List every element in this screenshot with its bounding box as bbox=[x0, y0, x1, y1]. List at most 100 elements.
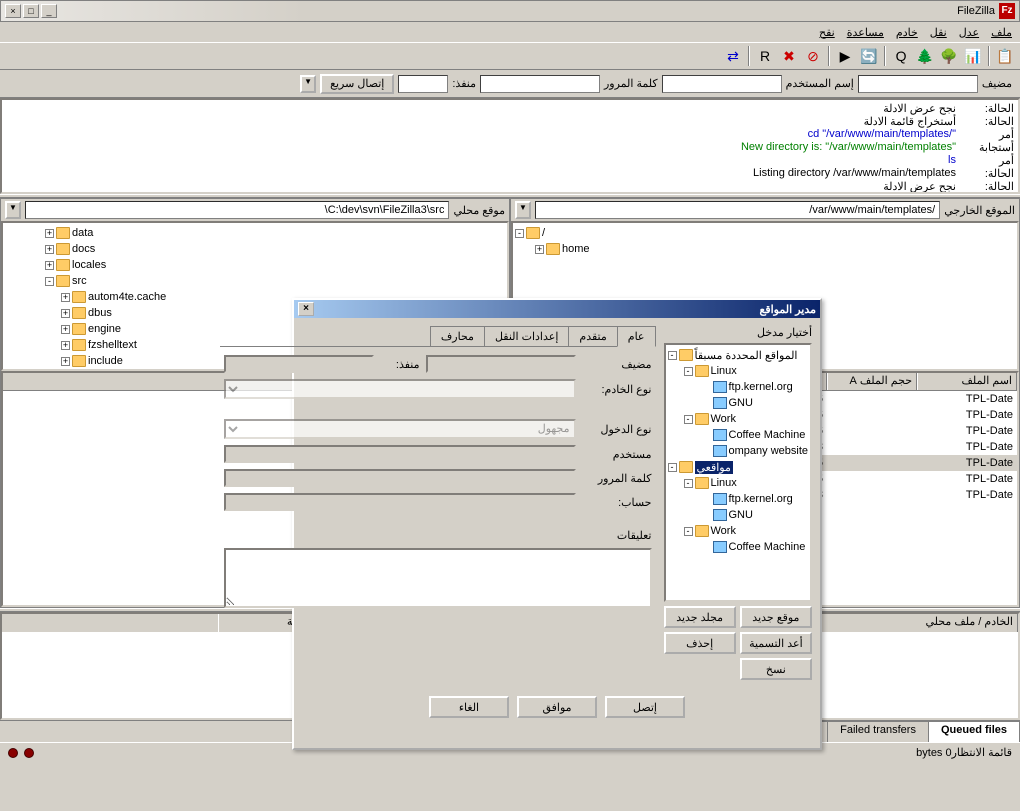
menu-transfer[interactable]: نقل bbox=[930, 26, 947, 39]
dlg-account-label: حساب: bbox=[582, 496, 652, 509]
reconnect-icon[interactable]: R bbox=[754, 45, 776, 67]
remote-path-dropdown[interactable]: ▼ bbox=[515, 201, 531, 219]
dlg-servertype-label: نوع الخادم: bbox=[582, 383, 652, 396]
tree-node[interactable]: +locales bbox=[5, 257, 505, 273]
rename-button[interactable]: أعد التسمية bbox=[740, 632, 812, 654]
menu-server[interactable]: خادم bbox=[896, 26, 918, 39]
site-tree-node[interactable]: -مواقعي bbox=[668, 459, 809, 475]
site-tree-node[interactable]: ftp.kernel.org bbox=[668, 379, 809, 395]
pass-input[interactable] bbox=[480, 75, 600, 93]
user-input[interactable] bbox=[662, 75, 782, 93]
toggle-log-icon[interactable]: 📊 bbox=[962, 45, 984, 67]
dlg-user-label: مستخدم bbox=[582, 448, 652, 461]
titlebar: Fz FileZilla _ □ × bbox=[0, 0, 1020, 22]
dlg-servertype-select bbox=[224, 379, 576, 399]
menu-debug[interactable]: نقح bbox=[819, 26, 835, 39]
cancel-button[interactable]: الغاء bbox=[429, 696, 509, 718]
pass-label: كلمة المرور bbox=[604, 77, 658, 90]
remote-path-label: الموقع الخارجي bbox=[944, 204, 1015, 217]
tab-charset[interactable]: محارف bbox=[430, 326, 485, 346]
dialog-title: مدير المواقع bbox=[760, 303, 816, 316]
site-tree-node[interactable]: Coffee Machine bbox=[668, 427, 809, 443]
disconnect-icon[interactable]: ✖ bbox=[778, 45, 800, 67]
port-input[interactable] bbox=[398, 75, 448, 93]
column-header[interactable]: حجم الملف A bbox=[827, 373, 917, 390]
status-indicator-icon bbox=[24, 748, 34, 758]
tab-general[interactable]: عام bbox=[617, 326, 656, 347]
tree-node[interactable]: +data bbox=[5, 225, 505, 241]
dlg-comments-label: تعليقات bbox=[582, 529, 652, 542]
site-tree-node[interactable]: ompany website bbox=[668, 443, 809, 459]
log-pane[interactable]: الحالة:نجح عرض الادلةالحالة:أستخراج قائم… bbox=[0, 98, 1020, 194]
local-path-input[interactable] bbox=[25, 201, 449, 219]
site-tree-node[interactable]: -Linux bbox=[668, 475, 809, 491]
user-label: إسم المستخدم bbox=[786, 77, 854, 90]
close-button[interactable]: × bbox=[5, 4, 21, 18]
host-label: مضيف bbox=[982, 77, 1012, 90]
status-indicator-icon bbox=[8, 748, 18, 758]
dlg-account-input bbox=[224, 493, 576, 511]
transfer-col-file[interactable]: الخادم / ملف محلي bbox=[818, 614, 1018, 632]
minimize-button[interactable]: _ bbox=[41, 4, 57, 18]
site-manager-dialog: مدير المواقع × أختيار مدخل -المواقع المح… bbox=[292, 298, 822, 750]
filter-icon[interactable]: ⇄ bbox=[722, 45, 744, 67]
local-path-dropdown[interactable]: ▼ bbox=[5, 201, 21, 219]
dlg-pass-input bbox=[224, 469, 576, 487]
quickconnect-bar: مضيف إسم المستخدم كلمة المرور منفذ: إتصا… bbox=[0, 70, 1020, 98]
dlg-port-input bbox=[224, 355, 374, 373]
dlg-pass-label: كلمة المرور bbox=[582, 472, 652, 485]
connect-button[interactable]: إتصل bbox=[605, 696, 685, 718]
site-tree-node[interactable]: -المواقع المحددة مسبقاً bbox=[668, 347, 809, 363]
site-tree-node[interactable]: GNU bbox=[668, 395, 809, 411]
quickconnect-dropdown[interactable]: ▼ bbox=[300, 75, 316, 93]
tree-node[interactable]: -src bbox=[5, 273, 505, 289]
host-input[interactable] bbox=[858, 75, 978, 93]
sites-tree[interactable]: -المواقع المحددة مسبقاً-Linuxftp.kernel.… bbox=[664, 343, 813, 602]
dialog-titlebar[interactable]: مدير المواقع × bbox=[294, 300, 820, 318]
delete-button[interactable]: إحذف bbox=[664, 632, 736, 654]
toolbar: 📋 📊 🌳 🌲 Q 🔄 ▶ ⊘ ✖ R ⇄ bbox=[0, 42, 1020, 70]
tab-transfer[interactable]: إعدادات النقل bbox=[484, 326, 569, 346]
dlg-comments-textarea bbox=[224, 548, 652, 608]
site-tree-node[interactable]: Coffee Machine bbox=[668, 539, 809, 555]
toggle-remote-tree-icon[interactable]: 🌲 bbox=[914, 45, 936, 67]
app-title: FileZilla bbox=[957, 5, 995, 17]
cancel-icon[interactable]: ⊘ bbox=[802, 45, 824, 67]
dlg-logontype-select: مجهول bbox=[224, 419, 576, 439]
tree-node[interactable]: +docs bbox=[5, 241, 505, 257]
maximize-button[interactable]: □ bbox=[23, 4, 39, 18]
copy-button[interactable]: نسخ bbox=[740, 658, 812, 680]
menu-help[interactable]: مساعدة bbox=[847, 26, 884, 39]
new-site-button[interactable]: موقع جديد bbox=[740, 606, 812, 628]
dlg-user-input bbox=[224, 445, 576, 463]
dlg-logontype-label: نوع الدخول bbox=[582, 423, 652, 436]
site-tree-node[interactable]: -Linux bbox=[668, 363, 809, 379]
process-queue-icon[interactable]: ▶ bbox=[834, 45, 856, 67]
app-logo: Fz bbox=[999, 3, 1015, 19]
column-header[interactable]: اسم الملف bbox=[917, 373, 1017, 390]
tree-node[interactable]: -/ bbox=[515, 225, 1015, 241]
refresh-icon[interactable]: 🔄 bbox=[858, 45, 880, 67]
site-tree-node[interactable]: -Work bbox=[668, 411, 809, 427]
menu-file[interactable]: ملف bbox=[991, 26, 1012, 39]
new-folder-button[interactable]: مجلد جديد bbox=[664, 606, 736, 628]
toggle-queue-icon[interactable]: Q bbox=[890, 45, 912, 67]
tree-node[interactable]: +home bbox=[515, 241, 1015, 257]
sitemanager-icon[interactable]: 📋 bbox=[994, 45, 1016, 67]
ok-button[interactable]: موافق bbox=[517, 696, 597, 718]
local-path-label: موقع محلي bbox=[453, 204, 505, 217]
tab-advanced[interactable]: متقدم bbox=[568, 326, 617, 346]
quickconnect-button[interactable]: إتصال سريع bbox=[320, 74, 394, 94]
site-tree-node[interactable]: ftp.kernel.org bbox=[668, 491, 809, 507]
remote-path-input[interactable] bbox=[535, 201, 940, 219]
site-tree-node[interactable]: -Work bbox=[668, 523, 809, 539]
tab-failed[interactable]: Failed transfers bbox=[827, 721, 929, 742]
menubar: ملف عدل نقل خادم مساعدة نقح bbox=[0, 22, 1020, 42]
tab-queued[interactable]: Queued files bbox=[928, 721, 1020, 742]
queue-status: bytes 0قائمة الانتظار bbox=[916, 746, 1012, 759]
dialog-close-button[interactable]: × bbox=[298, 302, 314, 316]
toggle-tree-icon[interactable]: 🌳 bbox=[938, 45, 960, 67]
menu-edit[interactable]: عدل bbox=[959, 26, 979, 39]
site-tree-node[interactable]: GNU bbox=[668, 507, 809, 523]
dlg-host-input bbox=[426, 355, 576, 373]
